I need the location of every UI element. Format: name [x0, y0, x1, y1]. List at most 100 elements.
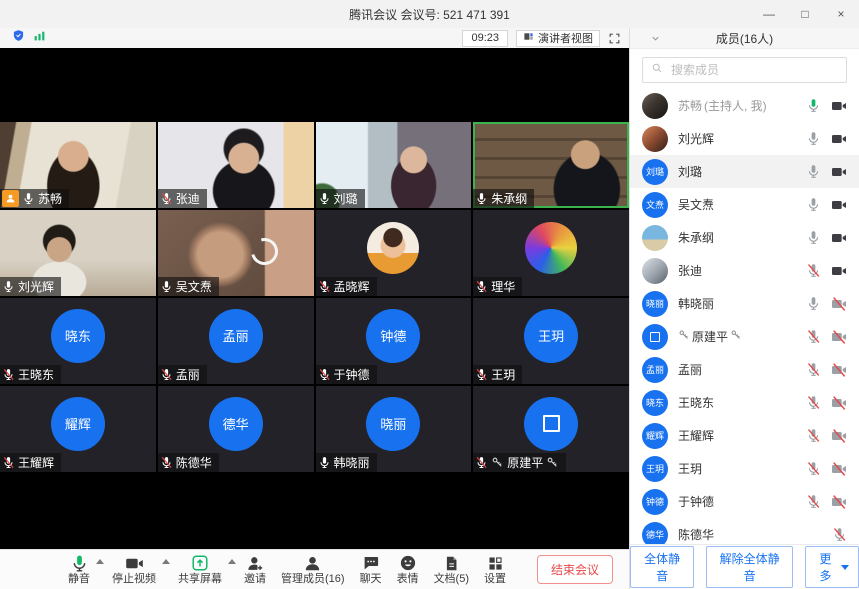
video-tile[interactable]: 耀辉王耀辉: [0, 386, 156, 472]
mic-muted-icon[interactable]: [806, 395, 821, 410]
member-row[interactable]: 朱承纲: [630, 221, 859, 254]
toolbar-label: 静音: [68, 573, 90, 586]
participant-avatar: 晓东: [51, 309, 105, 363]
member-av-controls: [806, 395, 847, 411]
mic-muted-icon[interactable]: [806, 461, 821, 476]
toolbar-mute[interactable]: 静音: [68, 554, 90, 586]
security-shield-icon[interactable]: [12, 29, 25, 47]
camera-off-icon[interactable]: [831, 296, 847, 312]
member-av-controls: [806, 98, 847, 114]
toolbar-stop-video[interactable]: 停止视频: [112, 554, 156, 586]
speaker-view-button[interactable]: 演讲者视图: [516, 30, 600, 47]
camera-off-icon[interactable]: [831, 461, 847, 477]
camera-off-icon[interactable]: [831, 329, 847, 345]
mic-muted-icon[interactable]: [806, 263, 821, 278]
caret-up-icon[interactable]: [162, 559, 170, 564]
member-row[interactable]: 王玥王玥: [630, 452, 859, 485]
camera-off-icon[interactable]: [831, 362, 847, 378]
layout-icon: [523, 31, 534, 45]
member-row[interactable]: 刘光辉: [630, 122, 859, 155]
mute-all-button[interactable]: 全体静音: [630, 546, 694, 588]
member-name-text: 韩晓丽: [678, 295, 714, 312]
video-tile[interactable]: 孟丽孟丽: [158, 298, 314, 384]
mic-on-icon[interactable]: [806, 131, 821, 146]
video-tile[interactable]: 朱承纲: [473, 122, 629, 208]
mic-muted-icon[interactable]: [806, 362, 821, 377]
member-row[interactable]: 文焘吴文焘: [630, 188, 859, 221]
toolbar-docs[interactable]: 文档(5): [434, 554, 469, 586]
network-signal-icon[interactable]: [33, 29, 46, 47]
toolbar-items: 静音 停止视频共享屏幕 邀请管理成员(16) 聊天表情文档(5) 设置: [0, 554, 506, 586]
caret-up-icon[interactable]: [96, 559, 104, 564]
docs-icon: [443, 554, 460, 573]
video-tile[interactable]: 苏畅: [0, 122, 156, 208]
more-button[interactable]: 更多: [805, 546, 859, 588]
camera-off-icon[interactable]: [831, 428, 847, 444]
camera-on-icon[interactable]: [831, 131, 847, 147]
video-tile[interactable]: 吴文焘: [158, 210, 314, 296]
unmute-all-button[interactable]: 解除全体静音: [706, 546, 792, 588]
member-row[interactable]: 德华陈德华: [630, 518, 859, 544]
mic-on-icon[interactable]: [806, 197, 821, 212]
video-tile[interactable]: 钟德于钟德: [316, 298, 472, 384]
mic-muted-icon[interactable]: [832, 527, 847, 542]
caret-up-icon[interactable]: [228, 559, 236, 564]
member-row[interactable]: 晓东王晓东: [630, 386, 859, 419]
member-row[interactable]: 孟丽孟丽: [630, 353, 859, 386]
video-tile[interactable]: 张迪: [158, 122, 314, 208]
video-tile[interactable]: 王玥王玥: [473, 298, 629, 384]
close-button[interactable]: ×: [823, 0, 859, 28]
mic-muted-icon[interactable]: [806, 329, 821, 344]
collapse-chevron-icon[interactable]: [650, 33, 661, 44]
video-tile[interactable]: 晓东王晓东: [0, 298, 156, 384]
member-row[interactable]: 苏畅(主持人, 我): [630, 89, 859, 122]
mic-on-icon[interactable]: [806, 230, 821, 245]
video-tile[interactable]: 晓丽韩晓丽: [316, 386, 472, 472]
fullscreen-button[interactable]: [608, 32, 621, 45]
camera-on-icon[interactable]: [831, 197, 847, 213]
video-tile[interactable]: 原建平: [473, 386, 629, 472]
end-meeting-button[interactable]: 结束会议: [537, 555, 613, 584]
search-input[interactable]: [669, 62, 838, 78]
member-av-controls: [806, 296, 847, 312]
member-row[interactable]: 耀辉王耀辉: [630, 419, 859, 452]
key-icon: [546, 456, 559, 469]
maximize-button[interactable]: □: [787, 0, 823, 28]
toolbar-label: 共享屏幕: [178, 573, 222, 586]
mic-muted-icon[interactable]: [806, 428, 821, 443]
toolbar-share-screen[interactable]: 共享屏幕: [178, 554, 222, 586]
member-row[interactable]: 原建平: [630, 320, 859, 353]
video-tile[interactable]: 德华陈德华: [158, 386, 314, 472]
member-name: 朱承纲: [678, 229, 714, 246]
member-row[interactable]: 晓丽韩晓丽: [630, 287, 859, 320]
mic-active-icon[interactable]: [806, 98, 821, 113]
camera-on-icon[interactable]: [831, 230, 847, 246]
mic-muted-icon[interactable]: [806, 494, 821, 509]
member-name-text: 刘光辉: [678, 130, 714, 147]
toolbar-manage-members[interactable]: 管理成员(16): [281, 554, 345, 586]
minimize-button[interactable]: —: [751, 0, 787, 28]
video-tile[interactable]: 理华: [473, 210, 629, 296]
camera-on-icon[interactable]: [831, 98, 847, 114]
toolbar-invite[interactable]: 邀请: [244, 554, 266, 586]
toolbar-chat[interactable]: 聊天: [360, 554, 382, 586]
toolbar-settings[interactable]: 设置: [484, 554, 506, 586]
video-tile[interactable]: 刘璐: [316, 122, 472, 208]
camera-on-icon[interactable]: [831, 164, 847, 180]
toolbar-emoji[interactable]: 表情: [397, 554, 419, 586]
mic-on-icon[interactable]: [806, 296, 821, 311]
member-row[interactable]: 钟德于钟德: [630, 485, 859, 518]
member-row[interactable]: 张迪: [630, 254, 859, 287]
camera-off-icon[interactable]: [831, 494, 847, 510]
member-av-controls: [806, 494, 847, 510]
camera-off-icon[interactable]: [831, 395, 847, 411]
mic-on-icon[interactable]: [806, 164, 821, 179]
member-name: 刘璐: [678, 163, 702, 180]
member-name-text: 苏畅: [678, 97, 702, 114]
member-name-text: 于钟德: [678, 493, 714, 510]
participant-name: 刘光辉: [18, 278, 54, 295]
member-row[interactable]: 刘璐刘璐: [630, 155, 859, 188]
video-tile[interactable]: 刘光辉: [0, 210, 156, 296]
video-tile[interactable]: 孟晓辉: [316, 210, 472, 296]
camera-on-icon[interactable]: [831, 263, 847, 279]
